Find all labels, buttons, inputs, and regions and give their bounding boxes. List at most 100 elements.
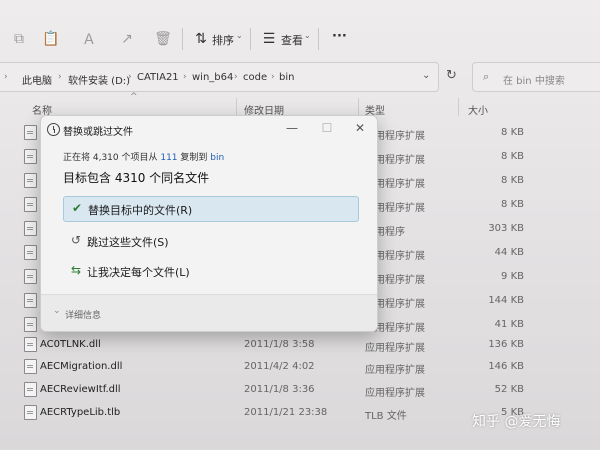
sort-icon[interactable]: ⇅ bbox=[192, 30, 210, 48]
decide-each-file-label: 让我决定每个文件(L) bbox=[87, 266, 190, 279]
file-icon bbox=[24, 125, 37, 140]
file-type: 应用程序扩展 bbox=[365, 365, 425, 376]
file-row[interactable]: AECReviewItf.dll 2011/1/8 3:36 应用程序扩展 52… bbox=[0, 380, 600, 402]
checkmark-icon: ✔ bbox=[71, 201, 83, 215]
minimize-button[interactable]: — bbox=[281, 119, 303, 137]
search-box[interactable]: ⌕ 在 bin 中搜索 bbox=[472, 62, 600, 92]
file-size: 303 KB bbox=[488, 223, 524, 234]
dialog-title: 替换或跳过文件 bbox=[63, 127, 133, 138]
file-row[interactable]: AECMigration.dll 2011/4/2 4:02 应用程序扩展 14… bbox=[0, 357, 600, 379]
copy-status-text: 正在将 4,310 个项目从 111 复制到 bin bbox=[63, 150, 224, 163]
screen-background: ⧉ 📋 Ａ ↗ 🗑 ⇅ 排序 ⌄ ☰ 查看 ⌄ ··· › 此电脑 › 软件安装… bbox=[0, 0, 600, 450]
file-icon bbox=[24, 317, 37, 332]
breadcrumb-chevron-icon: › bbox=[128, 72, 132, 82]
clock-icon bbox=[47, 123, 60, 136]
address-dropdown-icon[interactable]: ⌄ bbox=[422, 70, 430, 81]
file-size: 9 KB bbox=[501, 271, 524, 282]
file-size: 8 KB bbox=[501, 175, 524, 186]
view-chevron-icon[interactable]: ⌄ bbox=[304, 31, 311, 40]
skip-icon: ↺ bbox=[70, 233, 82, 247]
toolbar-divider bbox=[318, 28, 319, 50]
column-divider[interactable] bbox=[236, 98, 237, 116]
toolbar-divider bbox=[250, 28, 251, 50]
file-icon bbox=[24, 197, 37, 212]
status-prefix: 正在将 4,310 个项目从 bbox=[63, 153, 161, 163]
breadcrumb-item[interactable]: 此电脑 bbox=[22, 72, 52, 87]
watermark: 知乎 @爱无悔 bbox=[472, 414, 561, 430]
address-bar[interactable]: › 此电脑 › 软件安装 (D:) › CATIA21 › win_b64 › … bbox=[0, 62, 439, 92]
rename-icon[interactable]: Ａ bbox=[80, 30, 98, 48]
refresh-icon[interactable]: ↻ bbox=[446, 68, 457, 83]
file-date: 2011/1/21 23:38 bbox=[244, 407, 328, 418]
decide-each-file-option[interactable]: ⇆ 让我决定每个文件(L) bbox=[63, 259, 357, 283]
file-icon bbox=[24, 382, 37, 397]
file-date: 2011/4/2 4:02 bbox=[244, 361, 315, 372]
breadcrumb-chevron-icon: › bbox=[234, 72, 238, 82]
sort-button[interactable]: 排序 bbox=[212, 32, 234, 48]
file-row[interactable]: AC0TLNK.dll 2011/1/8 3:58 应用程序扩展 136 KB bbox=[0, 335, 600, 357]
file-icon bbox=[24, 173, 37, 188]
file-type: 应用程序扩展 bbox=[365, 343, 425, 354]
file-size: 52 KB bbox=[494, 384, 524, 395]
file-size: 44 KB bbox=[494, 247, 524, 258]
column-header-size[interactable]: 大小 bbox=[468, 102, 488, 117]
file-name: AECReviewItf.dll bbox=[40, 384, 121, 395]
search-icon: ⌕ bbox=[483, 70, 490, 83]
share-icon[interactable]: ↗ bbox=[118, 30, 136, 48]
file-size: 136 KB bbox=[488, 339, 524, 350]
file-icon bbox=[24, 293, 37, 308]
view-button[interactable]: 查看 bbox=[281, 32, 303, 48]
breadcrumb-chevron-icon: › bbox=[183, 72, 187, 82]
search-input[interactable]: 在 bin 中搜索 bbox=[503, 72, 565, 87]
breadcrumb-chevron-icon: › bbox=[4, 72, 8, 82]
file-size: 144 KB bbox=[488, 295, 524, 306]
breadcrumb-item[interactable]: code bbox=[243, 72, 267, 83]
file-icon bbox=[24, 149, 37, 164]
column-divider[interactable] bbox=[358, 98, 359, 116]
breadcrumb-chevron-icon: › bbox=[271, 72, 275, 82]
file-name: AECMigration.dll bbox=[40, 361, 123, 372]
file-name: AC0TLNK.dll bbox=[40, 339, 101, 350]
source-folder-link[interactable]: 111 bbox=[160, 153, 177, 163]
file-date: 2011/1/8 3:36 bbox=[244, 384, 315, 395]
dialog-heading: 目标包含 4310 个同名文件 bbox=[63, 171, 210, 185]
file-icon bbox=[24, 359, 37, 374]
chevron-down-icon[interactable]: ⌄ bbox=[53, 306, 61, 316]
breadcrumb-item[interactable]: win_b64 bbox=[192, 72, 233, 83]
address-row: › 此电脑 › 软件安装 (D:) › CATIA21 › win_b64 › … bbox=[0, 62, 600, 92]
file-size: 146 KB bbox=[488, 361, 524, 372]
breadcrumb-item[interactable]: CATIA21 bbox=[137, 72, 179, 83]
details-toggle[interactable]: 详细信息 bbox=[65, 308, 101, 321]
replace-files-label: 替换目标中的文件(R) bbox=[88, 204, 193, 217]
replace-or-skip-dialog: 替换或跳过文件 — ☐ ✕ 正在将 4,310 个项目从 111 复制到 bin… bbox=[40, 115, 378, 332]
file-size: 8 KB bbox=[501, 199, 524, 210]
toolbar-divider bbox=[182, 28, 183, 50]
file-size: 8 KB bbox=[501, 127, 524, 138]
delete-icon[interactable]: 🗑 bbox=[154, 30, 172, 48]
skip-files-label: 跳过这些文件(S) bbox=[87, 236, 169, 249]
replace-files-option[interactable]: ✔ 替换目标中的文件(R) bbox=[63, 196, 359, 222]
file-type: 应用程序扩展 bbox=[365, 388, 425, 399]
breadcrumb-chevron-icon: › bbox=[58, 72, 62, 82]
column-divider[interactable] bbox=[458, 98, 459, 116]
paste-icon[interactable]: 📋 bbox=[42, 30, 60, 48]
breadcrumb-item[interactable]: bin bbox=[279, 72, 294, 83]
decide-icon: ⇆ bbox=[70, 263, 82, 277]
copy-icon[interactable]: ⧉ bbox=[10, 30, 28, 48]
close-button[interactable]: ✕ bbox=[349, 119, 371, 137]
file-icon bbox=[24, 269, 37, 284]
dialog-footer: ⌄ 详细信息 bbox=[41, 294, 377, 331]
file-size: 41 KB bbox=[494, 319, 524, 330]
more-button[interactable]: ··· bbox=[332, 29, 347, 44]
sort-up-icon: ^ bbox=[130, 92, 138, 102]
view-icon[interactable]: ☰ bbox=[260, 30, 278, 48]
skip-files-option[interactable]: ↺ 跳过这些文件(S) bbox=[63, 229, 357, 253]
file-size: 8 KB bbox=[501, 151, 524, 162]
breadcrumb-item[interactable]: 软件安装 (D:) bbox=[68, 72, 130, 87]
file-icon bbox=[24, 245, 37, 260]
status-mid: 复制到 bbox=[177, 153, 211, 163]
destination-folder-link[interactable]: bin bbox=[210, 153, 224, 163]
maximize-button[interactable]: ☐ bbox=[316, 119, 338, 137]
sort-chevron-icon[interactable]: ⌄ bbox=[236, 31, 243, 40]
file-icon bbox=[24, 221, 37, 236]
